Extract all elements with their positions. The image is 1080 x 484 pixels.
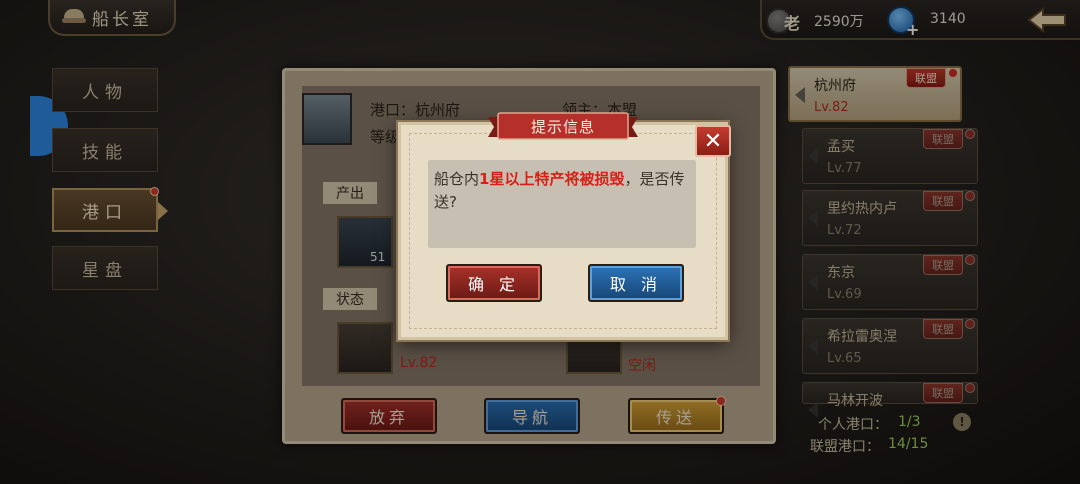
message-text: 船仓内1星以上特产将被损毁，是否传送? [434, 168, 690, 214]
message-highlight: 1星以上特产将被损毁 [479, 170, 625, 188]
close-icon: ✕ [703, 128, 723, 154]
close-button[interactable]: ✕ [695, 125, 731, 157]
confirm-button[interactable]: 确 定 [446, 264, 542, 302]
game-screen: 船长室 老 2590万 + 3140 人物 技能 港口 星盘 港口：杭州府 领主… [0, 0, 1080, 484]
message-box: 船仓内1星以上特产将被损毁，是否传送? [428, 160, 696, 248]
cancel-button[interactable]: 取 消 [588, 264, 684, 302]
dialog-title: 提示信息 [530, 118, 595, 136]
message-prefix: 船仓内 [434, 170, 480, 188]
